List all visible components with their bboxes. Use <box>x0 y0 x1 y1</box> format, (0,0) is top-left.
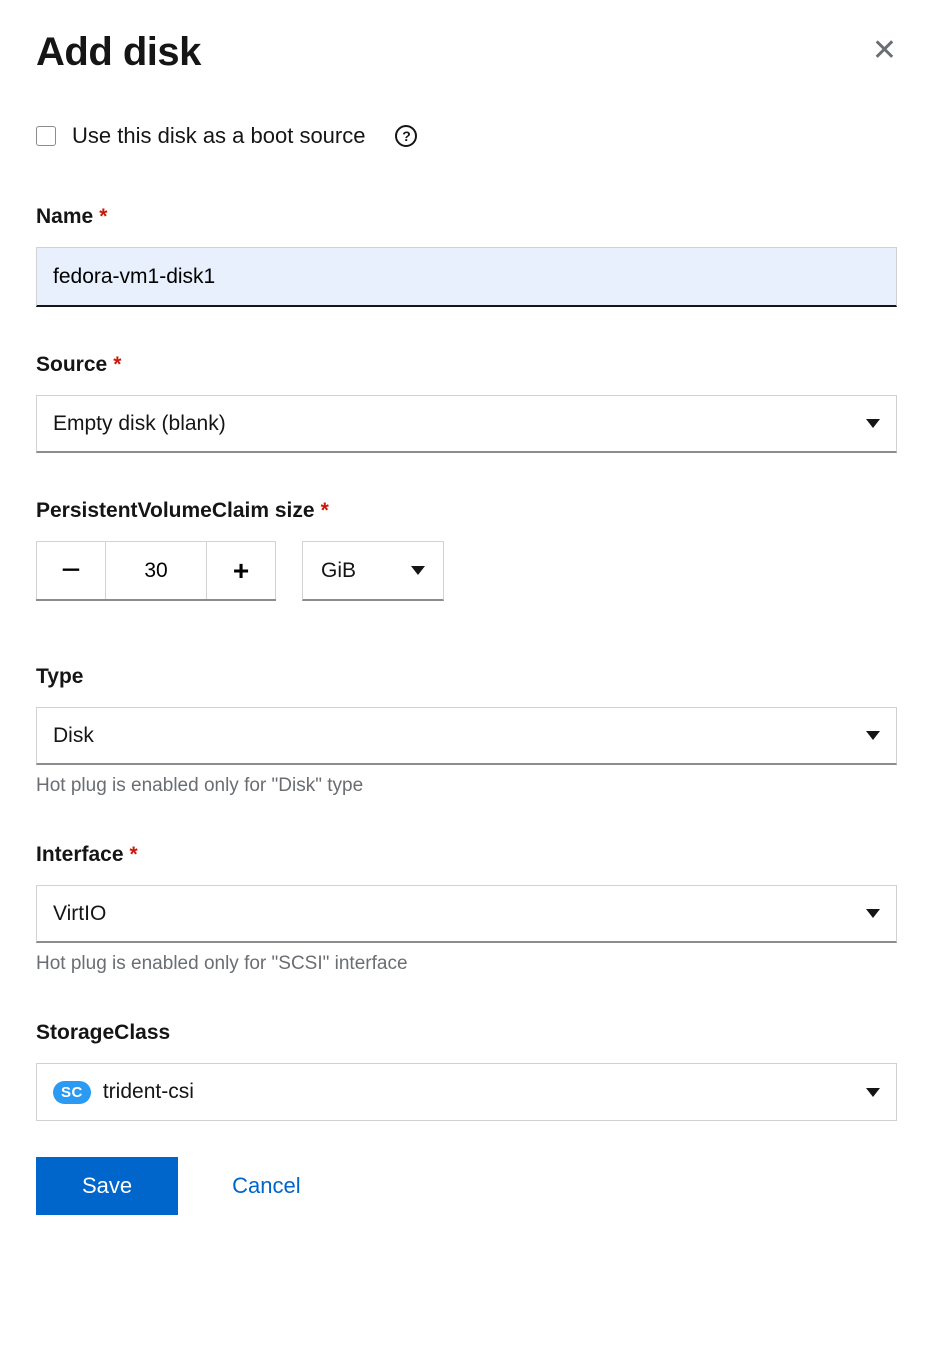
help-icon[interactable]: ? <box>395 125 417 147</box>
type-group: Type Disk Hot plug is enabled only for "… <box>36 665 897 797</box>
name-label: Name * <box>36 205 897 229</box>
add-disk-dialog: Add disk ✕ Use this disk as a boot sourc… <box>0 0 927 1265</box>
increment-button[interactable]: + <box>206 541 276 599</box>
type-helper-text: Hot plug is enabled only for "Disk" type <box>36 775 897 797</box>
interface-select[interactable]: VirtIO <box>36 885 897 943</box>
storageclass-badge: SC <box>53 1081 91 1104</box>
pvc-unit-select[interactable]: GiB <box>302 541 444 601</box>
interface-label: Interface * <box>36 843 897 867</box>
dialog-footer: Save Cancel <box>36 1157 897 1215</box>
save-button[interactable]: Save <box>36 1157 178 1215</box>
chevron-down-icon <box>866 1088 880 1097</box>
chevron-down-icon <box>866 419 880 428</box>
minus-icon: − <box>61 551 81 590</box>
boot-source-label: Use this disk as a boot source <box>72 123 365 149</box>
source-group: Source * Empty disk (blank) <box>36 353 897 453</box>
storageclass-label: StorageClass <box>36 1021 897 1045</box>
decrement-button[interactable]: − <box>36 541 106 599</box>
required-marker: * <box>130 843 138 866</box>
pvc-size-group: PersistentVolumeClaim size * − + GiB <box>36 499 897 601</box>
cancel-button[interactable]: Cancel <box>232 1173 300 1199</box>
type-label: Type <box>36 665 897 689</box>
pvc-unit-value: GiB <box>321 559 356 583</box>
interface-helper-text: Hot plug is enabled only for "SCSI" inte… <box>36 953 897 975</box>
dialog-title: Add disk <box>36 30 201 75</box>
storageclass-selected-wrapper: SC trident-csi <box>53 1080 194 1104</box>
name-input[interactable] <box>36 247 897 307</box>
pvc-size-label: PersistentVolumeClaim size * <box>36 499 897 523</box>
storageclass-selected-value: trident-csi <box>103 1080 194 1104</box>
boot-source-row: Use this disk as a boot source ? <box>36 123 897 149</box>
required-marker: * <box>113 353 121 376</box>
pvc-size-label-text: PersistentVolumeClaim size <box>36 499 315 522</box>
pvc-size-controls: − + GiB <box>36 541 897 601</box>
close-button[interactable]: ✕ <box>872 36 897 66</box>
name-label-text: Name <box>36 205 93 228</box>
interface-selected-value: VirtIO <box>53 902 106 926</box>
required-marker: * <box>99 205 107 228</box>
source-select[interactable]: Empty disk (blank) <box>36 395 897 453</box>
boot-source-checkbox[interactable] <box>36 126 56 146</box>
required-marker: * <box>321 499 329 522</box>
interface-group: Interface * VirtIO Hot plug is enabled on… <box>36 843 897 975</box>
close-icon: ✕ <box>872 34 897 67</box>
pvc-size-input[interactable] <box>106 541 206 599</box>
storageclass-group: StorageClass SC trident-csi <box>36 1021 897 1121</box>
chevron-down-icon <box>866 731 880 740</box>
chevron-down-icon <box>866 909 880 918</box>
source-label-text: Source <box>36 353 107 376</box>
chevron-down-icon <box>411 566 425 575</box>
name-group: Name * <box>36 205 897 307</box>
plus-icon: + <box>233 555 249 587</box>
source-label: Source * <box>36 353 897 377</box>
source-selected-value: Empty disk (blank) <box>53 412 226 436</box>
quantity-stepper: − + <box>36 541 276 601</box>
storageclass-select[interactable]: SC trident-csi <box>36 1063 897 1121</box>
interface-label-text: Interface <box>36 843 124 866</box>
type-select[interactable]: Disk <box>36 707 897 765</box>
type-selected-value: Disk <box>53 724 94 748</box>
dialog-header: Add disk ✕ <box>36 30 897 75</box>
